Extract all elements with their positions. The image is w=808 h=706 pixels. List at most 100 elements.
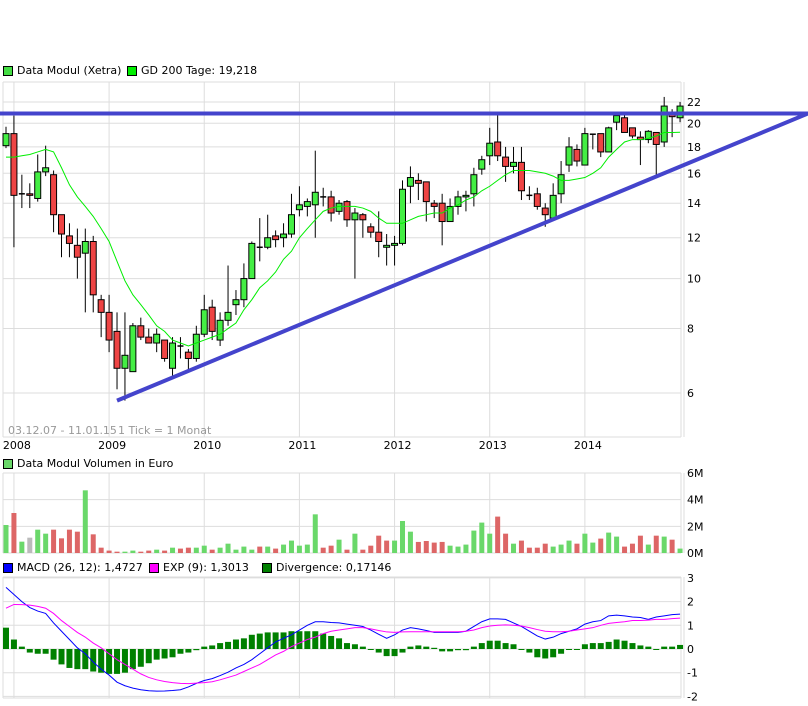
candle-body — [303, 201, 311, 207]
divergence-bar — [58, 649, 65, 665]
candle-body — [573, 148, 581, 162]
volume-bar — [281, 544, 287, 553]
divergence-bar — [153, 649, 160, 660]
volume-bar — [177, 548, 183, 553]
candle-body — [2, 133, 10, 147]
candle-body — [232, 299, 240, 306]
volume-bar — [170, 547, 176, 553]
candle-body — [581, 133, 589, 166]
candle-body — [240, 278, 248, 301]
volume-bar — [661, 536, 667, 553]
volume-bar — [368, 545, 374, 553]
volume-bar — [3, 525, 9, 553]
candle-body — [58, 214, 66, 235]
volume-bar — [447, 545, 453, 553]
volume-bar — [146, 550, 152, 553]
volume-legend-item: Data Modul Volumen in Euro — [3, 457, 173, 470]
volume-bar — [138, 551, 144, 553]
divergence-bar — [478, 643, 485, 649]
candle-body — [375, 231, 383, 242]
volume-bar — [423, 541, 429, 553]
candle-body — [557, 174, 565, 195]
candle-body — [89, 240, 97, 296]
divergence-bar — [26, 649, 33, 653]
candle — [644, 130, 652, 144]
volume-bar — [455, 546, 461, 553]
divergence-bar — [232, 639, 239, 649]
divergence-bar — [209, 645, 216, 649]
candle-body — [351, 212, 359, 221]
volume-bar — [328, 545, 334, 553]
support-trendline — [116, 111, 808, 403]
price-tick-label: 16 — [687, 167, 701, 180]
volume-bar — [43, 533, 49, 553]
year-tick-label: 2014 — [574, 439, 602, 452]
volume-bar — [257, 546, 263, 553]
divergence-bar — [193, 649, 200, 651]
divergence-bar — [18, 646, 25, 649]
divergence-bar — [391, 649, 398, 657]
divergence-bar — [312, 631, 319, 649]
volume-bar — [622, 546, 628, 553]
divergence-bar — [494, 640, 501, 649]
candle-body — [169, 342, 177, 369]
divergence-bar — [486, 640, 493, 649]
candle — [343, 200, 351, 227]
volume-bar — [407, 531, 413, 553]
candle-body — [414, 179, 422, 184]
candle-body — [145, 336, 153, 344]
candle-body — [605, 127, 613, 153]
candle — [557, 161, 565, 204]
candle-body — [200, 309, 208, 335]
macd-tick-label: 2 — [687, 596, 694, 609]
candle — [446, 198, 454, 223]
volume-tick-label: 6M — [687, 467, 704, 480]
divergence-bar — [566, 649, 573, 650]
volume-bar — [487, 533, 493, 553]
volume-bar — [574, 543, 580, 553]
candle — [224, 265, 232, 326]
divergence-bar — [407, 646, 414, 649]
volume-bar — [66, 529, 72, 553]
candle — [597, 133, 605, 158]
divergence-bar — [145, 649, 152, 664]
candle-body — [399, 188, 406, 244]
divergence-bar — [399, 649, 406, 653]
divergence-bar — [225, 641, 232, 649]
volume-bar — [558, 544, 564, 553]
candle-body — [184, 351, 192, 359]
volume-bar — [550, 546, 556, 553]
volume-bar — [98, 547, 104, 553]
volume-bar — [82, 490, 88, 553]
divergence-bar — [677, 644, 684, 649]
candle — [478, 155, 486, 175]
candle — [533, 187, 541, 210]
candle — [113, 312, 121, 390]
candle — [430, 200, 438, 219]
candle-body — [517, 161, 525, 192]
candle — [510, 146, 518, 174]
candle — [256, 218, 263, 262]
volume-bar — [185, 547, 191, 553]
candle — [406, 166, 414, 204]
divergence-bar — [74, 649, 81, 670]
volume-bar — [384, 540, 390, 553]
volume-bar — [400, 521, 405, 553]
volume-bar — [249, 549, 255, 553]
candle-body — [502, 156, 510, 167]
candle-body — [430, 202, 438, 207]
candle — [660, 96, 668, 147]
candle — [383, 234, 391, 266]
candle — [161, 339, 169, 362]
price-legend-item: Data Modul (Xetra) — [3, 64, 121, 77]
ma-label: GD 200 Tage: 19,218 — [141, 64, 258, 77]
candle — [26, 183, 34, 209]
candle-body — [295, 204, 303, 211]
candle — [105, 294, 113, 353]
candle — [240, 263, 248, 308]
volume-bar — [344, 549, 350, 553]
divergence-bar — [534, 649, 541, 658]
divergence-bar — [621, 640, 628, 649]
volume-bar — [162, 550, 168, 553]
candle-body — [621, 117, 629, 133]
